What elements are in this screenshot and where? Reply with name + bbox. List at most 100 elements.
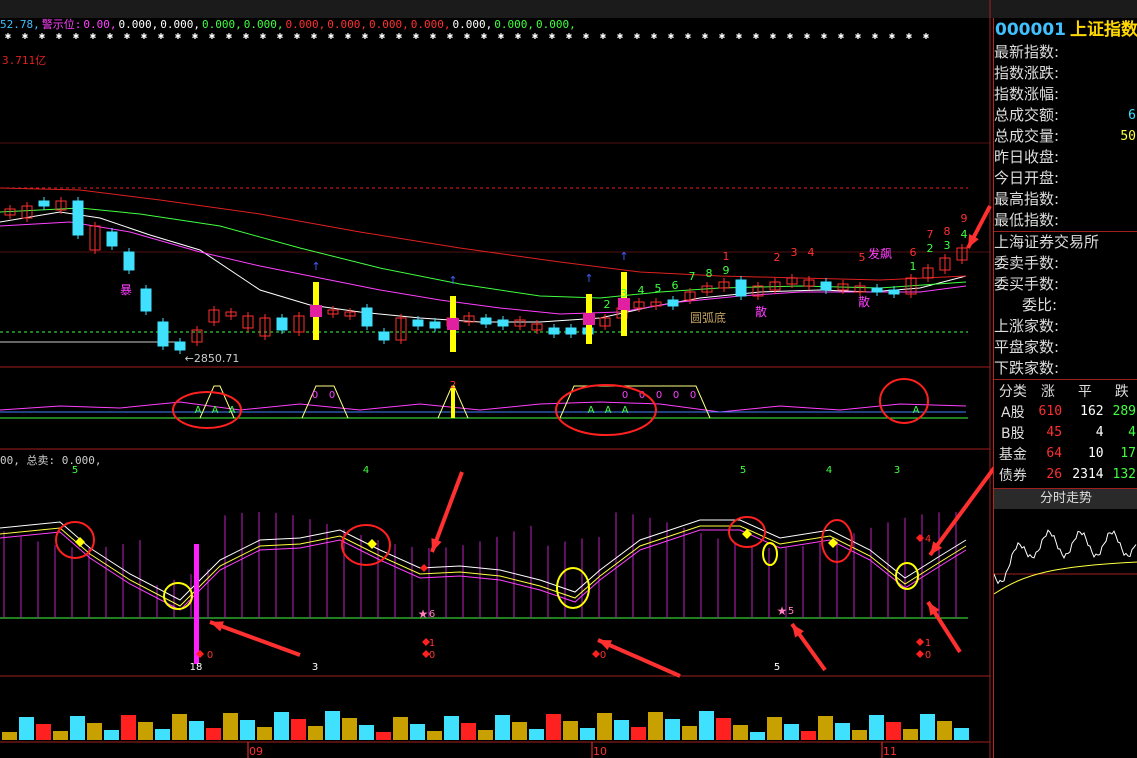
sub-signal-number: 4: [826, 465, 832, 476]
exchange-row: 下跌家数:: [994, 359, 1060, 377]
star-marker: ✱: [464, 32, 471, 41]
star-marker: ✱: [668, 32, 675, 41]
table-cell: 610: [1038, 404, 1063, 419]
table-cell: 10: [1087, 446, 1104, 461]
sub-signal-number: 0: [600, 650, 606, 661]
intraday-mini-chart[interactable]: [994, 514, 1137, 634]
sub-signal-number: 5: [774, 662, 780, 673]
candle-body: [276, 317, 288, 331]
mid-signal-number: 0: [656, 390, 662, 401]
star-marker: ✱: [430, 32, 437, 41]
star-marker: ✱: [838, 32, 845, 41]
volume-bar: [342, 718, 357, 740]
volume-bar: [733, 725, 748, 740]
signal-marker: [310, 305, 322, 317]
volume-bar: [937, 721, 952, 740]
star-marker: ✱: [141, 32, 148, 41]
candle-body: [72, 200, 84, 236]
arrow-icon: [209, 620, 301, 657]
star-marker: ✱: [804, 32, 811, 41]
star-marker: ✱: [175, 32, 182, 41]
volume-bar: [784, 724, 799, 740]
candle-body: [361, 307, 373, 327]
arrow-up-icon: ↑: [584, 272, 593, 285]
annotation-circle: [895, 562, 919, 590]
volume-bar: [648, 712, 663, 740]
sequence-number: 6: [910, 246, 917, 259]
volume-bar: [376, 732, 391, 740]
candle-body: [378, 331, 390, 341]
table-cell: 4: [1128, 425, 1136, 440]
sub-indicator-line: [0, 525, 967, 607]
volume-bar: [767, 717, 782, 740]
arrow-up-icon: ↑: [448, 274, 457, 287]
sequence-number: 2: [774, 251, 781, 264]
star-marker: ✱: [277, 32, 284, 41]
month-label: 10: [593, 745, 607, 758]
star-marker: ✱: [821, 32, 828, 41]
star-marker: ✱: [736, 32, 743, 41]
candle-body: [871, 287, 883, 293]
table-cell: 64: [1046, 446, 1063, 461]
star-marker: ✱: [158, 32, 165, 41]
diamond-marker: [916, 638, 924, 646]
mini-price-line: [994, 529, 1137, 585]
index-row-label: 最新指数:: [994, 43, 1060, 61]
candle-body: [38, 200, 50, 207]
sequence-number: 5: [655, 282, 662, 295]
kline-chart[interactable]: ✱ ✱ ✱ ✱ ✱ ✱ ✱ ✱ ✱ ✱ ✱ ✱ ✱ ✱ ✱ ✱ ✱ ✱ ✱ ✱ ✱ ✱ ✱ ✱ ✱ ✱ ✱ ✱ ✱ ✱ ✱ ✱ ✱ ✱ ✱ ✱ ✱ ✱ ✱ ✱…: [0, 0, 993, 758]
quote-panel: 000001 上证指数 最新指数: 指数涨跌: 指数涨幅: 总成交额: 6 总成交量: 50 昨…: [993, 18, 1137, 758]
candle-body: [667, 299, 679, 307]
table-cell: A股: [1001, 404, 1025, 421]
mid-signal-number: A: [195, 405, 202, 416]
star-marker: ✱: [39, 32, 46, 41]
sequence-number: 8: [944, 225, 951, 238]
mid-signal-number: 0: [329, 390, 335, 401]
star-marker: ✱: [583, 32, 590, 41]
star-marker: ✱: [481, 32, 488, 41]
arrow-up-icon: ↑: [619, 250, 628, 263]
sequence-number: 2: [604, 298, 611, 311]
star-marker: ✱: [447, 32, 454, 41]
volume-bar: [478, 730, 493, 740]
volume-bar: [70, 716, 85, 740]
candle-body: [888, 289, 900, 295]
volume-bar: [155, 729, 170, 740]
index-row: 指数涨幅:: [994, 84, 1137, 105]
star-marker: ✱: [719, 32, 726, 41]
star-marker: ✱: [362, 32, 369, 41]
volume-bar: [886, 722, 901, 740]
exchange-row: 委卖手数:: [994, 254, 1060, 272]
tab-intraday-trend[interactable]: 分时走势: [994, 488, 1137, 509]
sequence-number: 7: [689, 270, 696, 283]
index-row-label: 指数涨跌:: [994, 64, 1060, 82]
star-marker: ✱: [600, 32, 607, 41]
sequence-number: 6: [672, 279, 679, 292]
star-marker: ✱: [855, 32, 862, 41]
star-marker: ✱: [311, 32, 318, 41]
low-price-label: ←2850.71: [185, 352, 240, 365]
mid-signal-number: A: [622, 405, 629, 416]
diamond-marker: [916, 534, 924, 542]
index-row: 最高指数:: [994, 189, 1137, 210]
index-row-label: 昨日收盘:: [994, 148, 1060, 166]
star-marker: ✱: [787, 32, 794, 41]
sequence-number: 1: [723, 250, 730, 263]
mid-indicator-line: [0, 401, 967, 413]
month-label: 11: [883, 745, 897, 758]
market-breadth-table: 分类涨 平 跌 A股 610 162 289 B股 45 4 4 基金 64 10 17 债券 26 2314 13…: [994, 379, 1137, 485]
volume-bar: [461, 723, 476, 740]
table-row: B股 45 4 4: [994, 422, 1137, 443]
sequence-number: 2: [927, 242, 934, 255]
index-row: 最低指数:: [994, 210, 1137, 231]
star-marker: ✱: [549, 32, 556, 41]
table-cell: 债券: [998, 467, 1027, 484]
arrow-icon: [210, 621, 224, 632]
mid-signal-number: 0: [673, 390, 679, 401]
sub-signal-number: 0: [925, 650, 931, 661]
volume-bar: [410, 724, 425, 740]
star-marker: ✱: [226, 32, 233, 41]
stock-title[interactable]: 000001 上证指数: [994, 18, 1137, 42]
star-marker: ✱: [209, 32, 216, 41]
index-row: 今日开盘:: [994, 168, 1137, 189]
